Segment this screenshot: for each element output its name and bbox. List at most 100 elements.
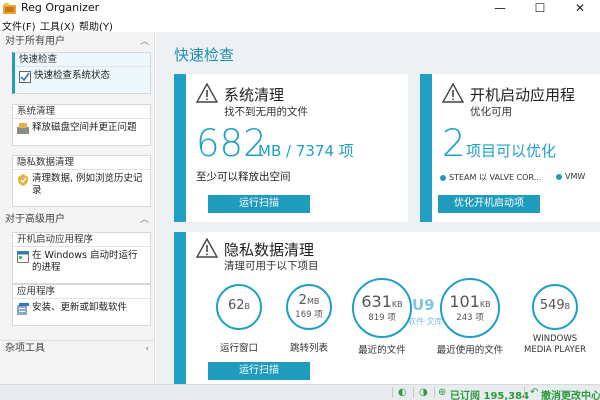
card-subtitle: 找不到无用的文件 (224, 106, 308, 118)
optimize-startup-button[interactable]: 优化开机启动项 (438, 195, 540, 213)
steam-icon (440, 174, 446, 181)
freeable-size-unit: MB / 7374 项 (258, 142, 354, 160)
sidebar-item-label: 释放磁盘空间并更正问题 (32, 122, 137, 133)
divider (524, 387, 525, 398)
circle-unit: MB (306, 297, 320, 306)
circle-value: 549 (539, 298, 565, 313)
circle-value: 631 (361, 292, 392, 311)
chevron-left-icon: ‹ (145, 344, 149, 354)
card-title: 隐私数据清理 (224, 241, 315, 259)
startup-apps-card: 开机启动应用程 优化可用 2 项目可以优化 STEAM 以 VALVE COR.… (420, 74, 600, 222)
startup-icon (17, 251, 29, 263)
status-indicator-icon[interactable]: ◐ (398, 387, 407, 398)
sidebar-item-system-cleanup[interactable]: 系统清理 释放磁盘空间并更正问题 (12, 104, 151, 146)
sidebar-item-label: 安装、更新或卸载软件 (32, 302, 128, 313)
card-subtitle: 优化可用 (470, 106, 512, 118)
watermark-text: 软件·文库 (408, 317, 443, 326)
circle-unit: B (564, 302, 571, 311)
optimizable-count-value: 2 (442, 122, 466, 165)
circle-label: 跳转列表 (289, 343, 328, 354)
chevron-up-icon: ︿ (139, 37, 149, 47)
privacy-cleanup-card: 隐私数据清理 清理可用于以下项目 62B 运行窗口 2MB 169 项 跳转列表… (174, 232, 600, 384)
sidebar-item-applications[interactable]: 应用程序 安装、更新或卸载软件 (12, 284, 151, 326)
sidebar-section-advanced-users[interactable]: 对于高级用户 ︿ (0, 212, 155, 228)
watermark-logo: U9 (412, 296, 435, 314)
sidebar-section-misc[interactable]: 杂项工具 ‹ (0, 340, 155, 357)
privacy-icon (18, 174, 28, 186)
warning-icon (442, 83, 464, 103)
divider (434, 387, 435, 398)
undo-changes-center-link[interactable]: 撤消更改中心 (541, 387, 600, 400)
sidebar-item-title: 应用程序 (13, 285, 150, 299)
chevron-up-icon: ︿ (139, 215, 149, 225)
circle-value: 2 (298, 293, 307, 308)
circle-value: 101 (449, 292, 480, 311)
sidebar-item-privacy[interactable]: 隐私数据清理 清理数据, 例如浏览历史记录 (12, 155, 151, 207)
section-label: 杂项工具 (5, 343, 45, 354)
sidebar-section-all-users[interactable]: 对于所有用户 ︿ (0, 34, 155, 50)
apps-icon (17, 303, 29, 315)
circle-label: WINDOWS MEDIA PLAYER (524, 334, 586, 355)
system-cleanup-card: 系统清理 找不到无用的文件 682 MB / 7374 项 至少可以释放出空间 … (174, 74, 408, 222)
card-title: 系统清理 (224, 86, 285, 104)
circle-value: 62 (227, 298, 245, 313)
sidebar-item-label: 快速检查系统状态 (34, 70, 111, 81)
startup-item-tag: STEAM 以 VALVE COR... (440, 172, 541, 183)
card-note: 至少可以释放出空间 (196, 171, 291, 183)
sidebar-item-title: 系统清理 (13, 105, 150, 119)
sidebar-item-label: 清理数据, 例如浏览历史记录 (32, 173, 143, 196)
page-title: 快速检查 (174, 46, 235, 64)
jump-list-circle[interactable]: 2MB 169 项 (286, 284, 332, 330)
undo-icon: ↶ (530, 387, 539, 398)
recent-files-circle[interactable]: 631KB 819 项 (352, 278, 412, 338)
warning-icon (196, 83, 218, 103)
title-bar: Reg Organizer — ☐ ✕ (0, 0, 600, 17)
maximize-button[interactable]: ☐ (520, 0, 560, 17)
tag-label: VMW (565, 172, 586, 181)
disk-cleanup-icon (17, 123, 29, 134)
subscribe-icon: ⊕ (438, 387, 447, 398)
circle-unit: KB (391, 300, 403, 309)
recently-used-files-circle[interactable]: 101KB 243 项 (440, 278, 500, 338)
circle-label: 最近的文件 (358, 345, 406, 356)
startup-item-tag: VMW (556, 172, 585, 181)
warning-icon (196, 238, 218, 258)
sidebar-item-quick-check[interactable]: 快速检查 快速检查系统状态 (12, 52, 151, 94)
main-panel: 快速检查 系统清理 找不到无用的文件 682 MB / 7374 项 至少可以释… (156, 32, 600, 384)
optimizable-count-unit: 项目可以优化 (466, 142, 557, 160)
close-button[interactable]: ✕ (560, 0, 600, 17)
run-scan-button[interactable]: 运行扫描 (208, 195, 310, 213)
circle-unit: KB (479, 300, 491, 309)
menu-help[interactable]: 帮助(Y) (79, 18, 113, 33)
vmware-icon (556, 173, 562, 180)
sidebar-item-title: 快速检查 (15, 53, 150, 67)
circle-label: 最近使用的文件 (436, 345, 504, 356)
circle-label: 运行窗口 (219, 343, 258, 354)
card-title: 开机启动应用程 (470, 86, 576, 104)
sidebar-item-title: 开机启动应用程序 (13, 233, 150, 247)
tag-label: STEAM 以 VALVE COR... (449, 173, 542, 182)
sidebar-item-title: 隐私数据清理 (13, 156, 150, 170)
minimize-button[interactable]: — (480, 0, 520, 17)
sidebar-item-startup-apps[interactable]: 开机启动应用程序 在 Windows 启动时运行的进程 (12, 232, 151, 284)
menu-tools[interactable]: 工具(X) (40, 18, 75, 33)
card-subtitle: 清理可用于以下项目 (224, 260, 319, 272)
section-label: 对于高级用户 (5, 214, 65, 225)
divider (413, 387, 414, 398)
subscribed-count[interactable]: 已订阅 195,384 (450, 387, 529, 400)
window-title: Reg Organizer (21, 1, 100, 14)
circle-unit: B (244, 302, 251, 311)
circle-count: 819 项 (368, 313, 396, 323)
status-indicator-icon[interactable]: ◑ (419, 387, 428, 398)
menu-bar: 文件(F) 工具(X) 帮助(Y) (0, 17, 600, 33)
check-icon (19, 71, 31, 83)
run-window-circle[interactable]: 62B (216, 284, 262, 330)
sidebar-item-label: 在 Windows 启动时运行的进程 (32, 250, 138, 273)
section-label: 对于所有用户 (5, 36, 65, 47)
app-logo-icon (3, 3, 16, 14)
run-scan-button[interactable]: 运行扫描 (208, 362, 310, 380)
menu-file[interactable]: 文件(F) (2, 18, 36, 33)
freeable-size-value: 682 (196, 122, 267, 165)
windows-media-player-circle[interactable]: 549B (532, 284, 578, 330)
sidebar: 对于所有用户 ︿ 快速检查 快速检查系统状态 系统清理 释放磁盘空间并更正问题 … (0, 32, 155, 384)
